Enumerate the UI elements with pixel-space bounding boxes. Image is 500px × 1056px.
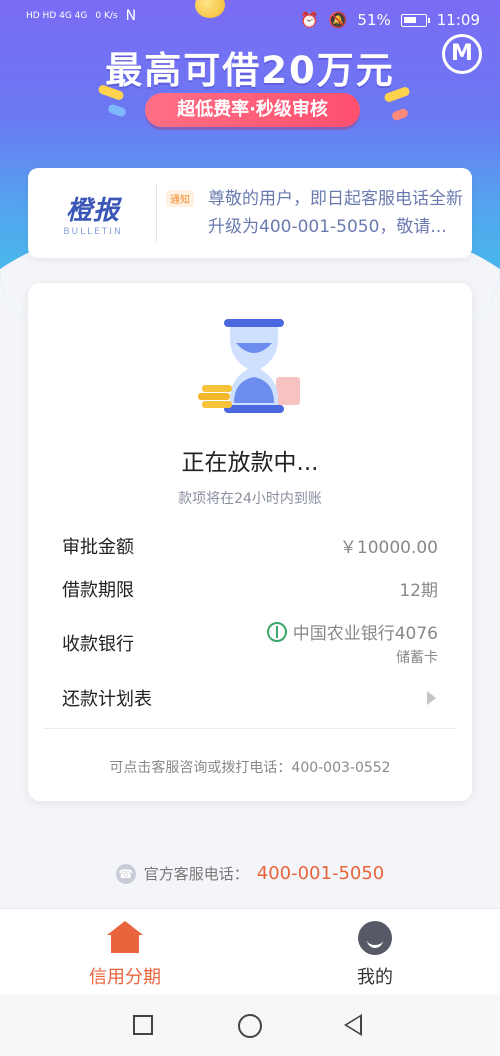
loan-status-subtitle: 款项将在24小时内到账 xyxy=(178,491,322,507)
notice-bar[interactable]: 橙报 BULLETIN 通知 尊敬的用户，即日起客服电话全新升级为400-001… xyxy=(28,168,472,258)
mute-icon: 🔕 xyxy=(328,11,348,29)
status-bar: HD HD 4G 4G 0 K/s N ⏰ 🔕 51% 11:09 xyxy=(0,0,500,42)
home-button[interactable] xyxy=(238,1014,262,1038)
loan-status-title: 正在放款中... xyxy=(181,450,319,476)
home-icon xyxy=(107,921,143,955)
decoration-stripe xyxy=(107,103,127,118)
bulletin-logo-en: BULLETIN xyxy=(63,227,123,237)
battery-percent: 51% xyxy=(357,11,391,29)
divider xyxy=(156,183,157,243)
amount-label: 审批金额 xyxy=(62,537,134,558)
bank-card-type: 储蓄卡 xyxy=(396,650,438,666)
repayment-plan-row[interactable]: 还款计划表 xyxy=(62,685,438,711)
tab-me[interactable]: 我的 xyxy=(300,921,450,989)
notice-text[interactable]: 尊敬的用户，即日起客服电话全新升级为400-001-5050，敬请... xyxy=(208,185,464,241)
contact-hint[interactable]: 可点击客服咨询或拨打电话：400-003-0552 xyxy=(28,757,472,777)
network-indicators: HD HD 4G 4G 0 K/s N xyxy=(26,8,136,24)
bottom-tab-bar: 信用分期 我的 xyxy=(0,908,500,994)
detail-row-amount: 审批金额 ￥10000.00 xyxy=(62,533,438,559)
clock: 11:09 xyxy=(436,11,480,29)
back-button[interactable] xyxy=(344,1014,362,1036)
banner-title: 最高可借20万元 xyxy=(105,49,395,92)
recent-apps-button[interactable] xyxy=(133,1015,153,1035)
system-nav-bar xyxy=(0,994,500,1056)
hotline[interactable]: ☎ 官方客服电话： 400-001-5050 xyxy=(0,863,500,884)
promo-banner[interactable]: 最高可借20万元 超低费率·秒级审核 M xyxy=(0,0,500,330)
banner-badge: 超低费率·秒级审核 xyxy=(145,93,360,127)
bulletin-logo: 橙报 BULLETIN xyxy=(48,190,138,237)
hotline-label: 官方客服电话： xyxy=(143,865,249,883)
net-speed: 0 K/s xyxy=(95,11,118,21)
detail-row-bank: 收款银行 中国农业银行4076 储蓄卡 xyxy=(62,619,438,667)
amount-value: ￥10000.00 xyxy=(339,538,438,558)
hourglass-icon xyxy=(198,319,300,413)
tab-credit-installment[interactable]: 信用分期 xyxy=(50,921,200,989)
decoration-stripe xyxy=(390,107,410,122)
tab-me-label: 我的 xyxy=(357,967,393,988)
alarm-icon: ⏰ xyxy=(300,11,319,29)
term-label: 借款期限 xyxy=(62,580,134,601)
tab-credit-label: 信用分期 xyxy=(89,967,161,988)
nfc-icon: N xyxy=(125,8,137,24)
bank-info: 中国农业银行4076 储蓄卡 xyxy=(266,619,438,667)
notice-tag: 通知 xyxy=(166,190,194,207)
user-icon xyxy=(358,921,392,955)
repayment-plan-label: 还款计划表 xyxy=(62,689,152,710)
phone-icon: ☎ xyxy=(115,863,136,884)
bulletin-logo-cn: 橙报 xyxy=(65,196,120,226)
bank-label: 收款银行 xyxy=(62,634,134,655)
term-value: 12期 xyxy=(399,581,438,601)
loan-status-card: 正在放款中... 款项将在24小时内到账 审批金额 ￥10000.00 借款期限… xyxy=(28,283,472,801)
divider xyxy=(44,728,456,729)
signal-icon: HD HD 4G 4G xyxy=(26,11,88,21)
abc-bank-icon xyxy=(266,621,287,642)
battery-icon xyxy=(400,13,430,27)
hotline-number[interactable]: 400-001-5050 xyxy=(257,863,385,884)
bank-name: 中国农业银行4076 xyxy=(292,624,438,644)
detail-row-term: 借款期限 12期 xyxy=(62,576,438,602)
system-indicators: ⏰ 🔕 51% 11:09 xyxy=(300,11,480,29)
chevron-right-icon xyxy=(427,691,436,705)
